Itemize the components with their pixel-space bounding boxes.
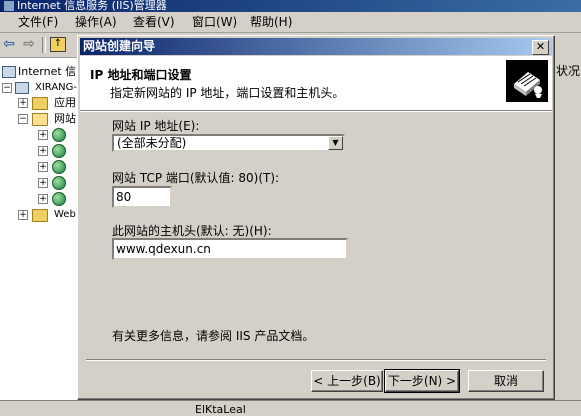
folder-icon <box>32 97 48 110</box>
tree-web-extensions-label: Web <box>54 209 76 220</box>
computer-icon <box>2 66 16 78</box>
tcp-port-label: 网站 TCP 端口(默认值: 80)(T): <box>112 171 280 185</box>
menu-help[interactable]: 帮助(H) <box>250 14 292 30</box>
open-folder-icon <box>32 113 48 126</box>
forward-arrow-icon[interactable]: ⇨ <box>20 36 38 53</box>
more-info-text: 有关更多信息，请参阅 IIS 产品文档。 <box>112 329 315 343</box>
expand-icon[interactable]: + <box>38 178 48 188</box>
up-folder-icon[interactable]: ↑ <box>50 37 66 52</box>
globe-icon <box>52 160 66 174</box>
expand-icon[interactable]: + <box>38 130 48 140</box>
host-header-input[interactable]: www.qdexun.cn <box>112 238 348 260</box>
globe-icon <box>52 144 66 158</box>
status-bar <box>0 400 581 416</box>
button-separator <box>86 359 546 361</box>
website-creation-wizard: 网站创建向导 ✕ IP 地址和端口设置 指定新网站的 IP 地址，端口设置和主机… <box>77 35 555 400</box>
menu-view[interactable]: 查看(V) <box>133 14 175 30</box>
chevron-down-icon[interactable]: ▼ <box>328 136 343 150</box>
expand-icon[interactable]: + <box>18 98 28 108</box>
globe-icon <box>52 176 66 190</box>
close-icon[interactable]: ✕ <box>532 40 549 55</box>
header-divider <box>80 111 552 112</box>
cancel-button[interactable]: 取消 <box>468 370 544 392</box>
tree-server-label: XIRANG- <box>35 82 78 93</box>
header-title: IP 地址和端口设置 <box>90 68 192 82</box>
expand-icon[interactable]: + <box>18 210 28 220</box>
main-window-titlebar: Internet 信息服务 (IIS)管理器 <box>0 0 581 12</box>
bottom-text-fragment: ElKtaLeal <box>195 403 246 416</box>
expand-icon[interactable]: + <box>38 146 48 156</box>
toolbar-separator <box>42 37 46 53</box>
iis-app-icon <box>4 1 14 11</box>
wizard-book-icon <box>506 60 548 102</box>
main-window-title: Internet 信息服务 (IIS)管理器 <box>17 0 167 12</box>
tree-app-pools-label: 应用 <box>54 96 76 109</box>
tcp-port-input[interactable]: 80 <box>112 186 172 208</box>
tree-websites-label: 网站 <box>54 112 76 125</box>
tree-pane: Internet 信 − XIRANG- + 应用 − 网站 + + + + +… <box>0 58 79 400</box>
status-column-header[interactable]: 状况 <box>556 62 580 79</box>
ip-address-select[interactable]: (全部未分配) ▼ <box>112 134 345 152</box>
header-subtitle: 指定新网站的 IP 地址，端口设置和主机头。 <box>110 86 345 100</box>
menu-bar: 文件(F) 操作(A) 查看(V) 窗口(W) 帮助(H) <box>0 12 581 33</box>
collapse-icon[interactable]: − <box>2 83 12 93</box>
back-arrow-icon[interactable]: ⇦ <box>0 36 18 53</box>
toolbar: ⇦ ⇨ ↑ <box>0 33 78 58</box>
host-header-label: 此网站的主机头(默认: 无)(H): <box>112 224 272 238</box>
collapse-icon[interactable]: − <box>18 114 28 124</box>
expand-icon[interactable]: + <box>38 162 48 172</box>
wizard-title: 网站创建向导 <box>83 39 156 53</box>
back-button[interactable]: < 上一步(B) <box>311 370 383 392</box>
folder-icon <box>32 209 48 222</box>
server-icon <box>15 82 29 94</box>
menu-window[interactable]: 窗口(W) <box>192 14 237 30</box>
next-button[interactable]: 下一步(N) > <box>384 369 460 393</box>
ip-address-value: (全部未分配) <box>117 136 187 150</box>
tree-root-label: Internet 信 <box>18 65 77 78</box>
expand-icon[interactable]: + <box>38 194 48 204</box>
ip-address-label: 网站 IP 地址(E): <box>112 119 200 133</box>
wizard-titlebar[interactable]: 网站创建向导 ✕ <box>80 38 552 55</box>
wizard-header: IP 地址和端口设置 指定新网站的 IP 地址，端口设置和主机头。 <box>80 56 552 111</box>
menu-file[interactable]: 文件(F) <box>18 14 58 30</box>
globe-icon <box>52 128 66 142</box>
menu-action[interactable]: 操作(A) <box>75 14 117 30</box>
globe-icon <box>52 192 66 206</box>
